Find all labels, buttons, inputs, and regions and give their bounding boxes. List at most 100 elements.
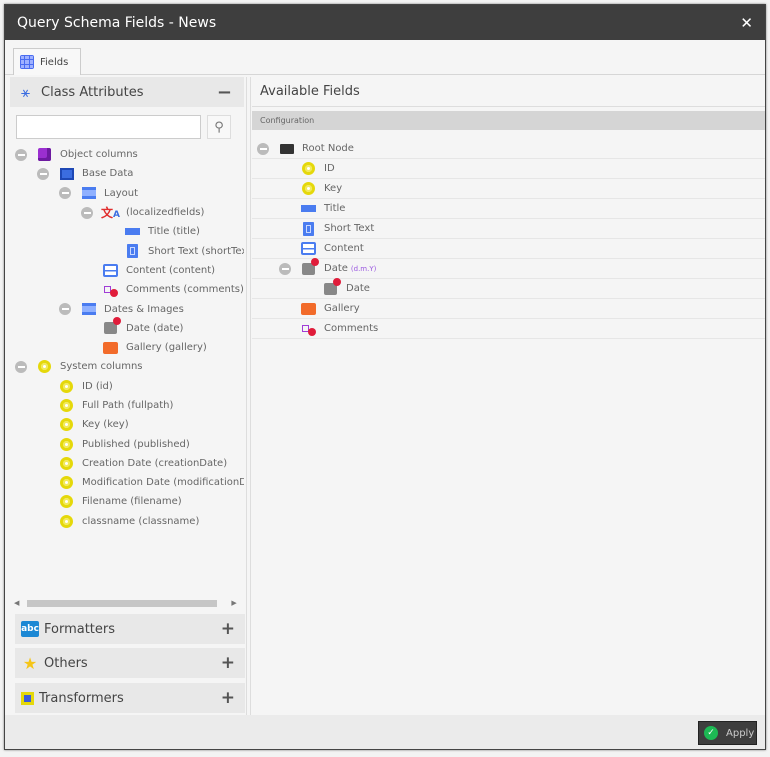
tree-node[interactable]: Filename (filename) (10, 492, 244, 511)
search-button[interactable]: ⚲ (207, 115, 231, 139)
tree-node[interactable]: Layout (10, 184, 244, 203)
layout-icon (81, 302, 96, 317)
accordion-label: Others (44, 655, 88, 671)
scroll-right-icon[interactable]: ▶ (231, 599, 236, 607)
tree-node[interactable]: Content (252, 239, 765, 259)
layout-icon (81, 186, 96, 201)
collapse-toggle-icon[interactable] (279, 262, 291, 275)
node-label: Comments (324, 323, 379, 334)
accordion-transformers[interactable]: Transformers + (15, 683, 245, 713)
accordion-others[interactable]: ★ Others + (15, 648, 245, 678)
tree-node[interactable]: Key (key) (10, 415, 244, 434)
collapse-toggle-icon[interactable] (257, 142, 269, 155)
tree-node[interactable]: Short Text (shortText) (10, 241, 244, 260)
expand-button[interactable]: + (221, 688, 235, 708)
search-input[interactable] (16, 115, 201, 139)
tree-node[interactable]: Date (252, 277, 765, 299)
close-icon[interactable]: ✕ (740, 14, 753, 32)
collapse-toggle-icon[interactable] (15, 360, 27, 373)
horizontal-scrollbar[interactable]: ◀ ▶ (14, 598, 240, 608)
node-label: System columns (60, 361, 143, 373)
grid-icon (20, 55, 34, 69)
tree-node[interactable]: Gallery (gallery) (10, 338, 244, 357)
node-label: Title (324, 203, 346, 214)
collapse-button[interactable]: − (217, 82, 232, 103)
tree-node[interactable]: ID (252, 159, 765, 179)
collapse-toggle-icon[interactable] (59, 187, 71, 200)
star-icon: ★ (22, 653, 38, 673)
expand-button[interactable]: + (221, 653, 235, 673)
gear-icon (59, 379, 74, 394)
tree-node[interactable]: Modification Date (modificationDate) (10, 473, 244, 492)
title-bar: Query Schema Fields - News ✕ (5, 5, 765, 40)
tree-node[interactable]: Comments (252, 319, 765, 339)
node-label: Content (324, 243, 364, 254)
tree-node[interactable]: Title (title) (10, 222, 244, 241)
cube-icon (37, 147, 52, 162)
tree-node[interactable]: Root Node (252, 139, 765, 159)
node-label: Creation Date (creationDate) (82, 457, 228, 469)
node-label: Layout (104, 187, 138, 199)
gallery-icon (103, 340, 118, 355)
dialog-title: Query Schema Fields - News (17, 14, 217, 31)
node-label: Object columns (60, 149, 138, 161)
chip-icon (21, 691, 34, 705)
panel-icon (59, 166, 74, 181)
class-tree: Object columns Base Data Layout 文A (localize… (10, 145, 244, 580)
tree-node[interactable]: 文A (localizedfields) (10, 203, 244, 222)
accordion-formatters[interactable]: abc Formatters + (15, 614, 245, 644)
tree-node[interactable]: Key (252, 179, 765, 199)
collapse-toggle-icon[interactable] (15, 148, 27, 161)
gear-icon (59, 437, 74, 452)
tree-node[interactable]: System columns (10, 357, 244, 376)
gallery-icon (301, 301, 316, 316)
tab-fields[interactable]: Fields (13, 48, 81, 75)
node-label: (localizedfields) (126, 207, 205, 219)
tree-node[interactable]: Published (published) (10, 434, 244, 453)
collapse-toggle-icon[interactable] (37, 167, 49, 180)
tree-node[interactable]: classname (classname) (10, 512, 244, 531)
tree-node[interactable]: Comments (comments) (10, 280, 244, 299)
apply-button[interactable]: ✓ Apply (698, 721, 757, 745)
tree-node[interactable]: Full Path (fullpath) (10, 396, 244, 415)
tree-node[interactable]: Gallery (252, 299, 765, 319)
class-attributes-header[interactable]: ⚹ Class Attributes − (10, 77, 244, 107)
splitter[interactable] (246, 77, 251, 717)
textarea-icon (301, 221, 316, 236)
node-label: ID (324, 163, 335, 174)
gear-icon (59, 398, 74, 413)
tree-node[interactable]: Content (content) (10, 261, 244, 280)
wysiwyg-icon (103, 263, 118, 278)
tree-node[interactable]: Creation Date (creationDate) (10, 454, 244, 473)
tree-node[interactable]: Title (252, 199, 765, 219)
scroll-left-icon[interactable]: ◀ (14, 599, 19, 607)
expand-button[interactable]: + (221, 619, 235, 639)
gear-icon (59, 514, 74, 529)
tree-node[interactable]: Object columns (10, 145, 244, 164)
available-fields-panel: Available Fields Configuration Root Node… (252, 77, 765, 717)
node-label: Filename (filename) (82, 496, 182, 508)
search-bar: ⚲ (16, 115, 238, 139)
node-label: Gallery (324, 303, 360, 314)
translate-icon: 文A (101, 206, 120, 221)
input-icon (125, 224, 140, 239)
node-label: Date (date) (126, 322, 184, 334)
node-label: Comments (comments) (126, 284, 244, 296)
accordion-label: Formatters (44, 621, 116, 637)
scroll-thumb[interactable] (27, 599, 218, 607)
collapse-toggle-icon[interactable] (81, 206, 93, 219)
tree-node[interactable]: Base Data (10, 164, 244, 183)
tree-node[interactable]: ID (id) (10, 377, 244, 396)
date-icon (103, 317, 121, 336)
tree-node[interactable]: Date (d.m.Y) (252, 257, 765, 279)
dialog-window: Query Schema Fields - News ✕ Fields ⚹ Cl… (4, 4, 766, 750)
search-icon: ⚲ (214, 119, 224, 135)
collapse-toggle-icon[interactable] (59, 303, 71, 316)
tree-node[interactable]: Date (date) (10, 317, 244, 338)
tree-node[interactable]: Dates & Images (10, 299, 244, 318)
node-label: Published (published) (82, 438, 190, 450)
node-label: Modification Date (modificationDate) (82, 477, 244, 489)
node-label: Date (346, 283, 370, 294)
node-label: Title (title) (148, 226, 200, 238)
tree-node[interactable]: Short Text (252, 219, 765, 239)
